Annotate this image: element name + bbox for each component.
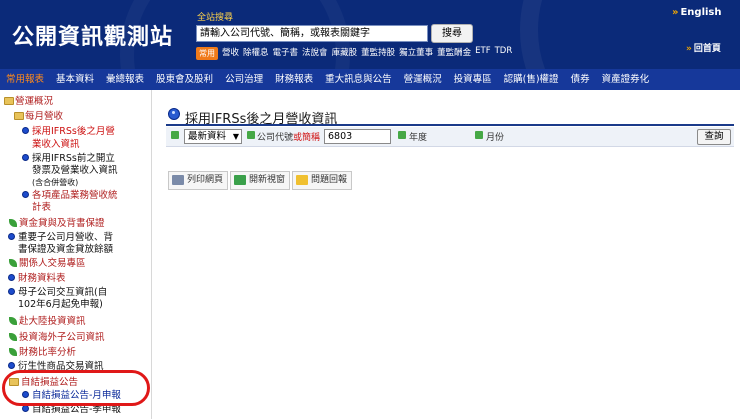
folder-icon [4,97,14,105]
sidebar-item-related-party[interactable]: 關係人交易專區 [19,258,86,269]
double-chevron-icon: » [672,7,679,18]
bullet-icon [8,362,15,369]
sidebar-item-ifrs-before-line2[interactable]: 發票及營業收入資訊 [32,165,118,176]
quick-link[interactable]: 法說會 [302,46,328,58]
sidebar-item-overseas-investment[interactable]: 投資海外子公司資訊 [19,332,105,343]
nav-item-common-reports[interactable]: 常用報表 [0,69,50,90]
bullet-icon [8,233,15,240]
chevron-down-icon: ▼ [232,132,239,141]
sidebar-item-ifrs-before-line3[interactable]: (含合併營收) [32,177,78,188]
nav-item-shareholders[interactable]: 股東會及股利 [150,69,219,90]
title-divider [166,124,734,126]
square-bullet-icon [247,131,255,139]
data-range-select[interactable]: 最新資料 ▼ [184,129,242,144]
month-label: 月份 [486,133,505,143]
nav-item-financial-statements[interactable]: 財務報表 [269,69,319,90]
highlight-ring [2,370,150,406]
sidebar-item-ifrs-after-line2[interactable]: 業收入資訊 [32,139,80,150]
nav-item-major-announcements[interactable]: 重大訊息與公告 [319,69,398,90]
nav-item-securitization[interactable]: 資產證券化 [596,69,656,90]
english-link[interactable]: » English [672,7,722,18]
new-window-label: 開新視窗 [249,175,286,185]
leaf-icon [9,348,17,356]
printer-icon [172,175,184,185]
sidebar-item-monthly-revenue[interactable]: 每月營收 [25,111,63,122]
nav-item-summary-reports[interactable]: 彙總報表 [100,69,150,90]
company-code-label-text: 公司代號 [257,133,294,143]
square-bullet-icon [475,131,483,139]
search-button[interactable]: 搜尋 [431,24,473,43]
nav-item-operations[interactable]: 營運概況 [398,69,448,90]
nav-item-bonds[interactable]: 債券 [565,69,596,90]
square-bullet-icon [171,131,179,139]
sidebar-item-subsidiary-line2[interactable]: 書保證及資金貸放餘額 [18,244,113,255]
quick-link[interactable]: 電子書 [273,46,299,58]
bullet-icon [22,154,29,161]
quick-link[interactable]: 獨立董事 [399,46,433,58]
bullet-icon [8,274,15,281]
square-bullet-icon [398,131,406,139]
search-label: 全站搜尋 [197,13,234,23]
quick-link[interactable]: 營收 [222,46,239,58]
sidebar-item-operations[interactable]: 營運概況 [15,96,53,107]
report-issue-label: 問題回報 [311,175,348,185]
company-code-input[interactable]: 6803 [324,129,391,144]
sidebar-item-parent-subsidiary[interactable]: 母子公司交互資訊(自 [18,287,107,298]
quick-links: 營收 除權息 電子書 法說會 庫藏股 董監持股 獨立董事 董監酬金 ETF TD… [222,46,512,58]
home-link[interactable]: » 回首頁 [686,41,721,54]
sidebar-item-parent-subsidiary-line2[interactable]: 102年6月起免申報) [18,299,103,310]
data-range-value: 最新資料 [188,131,227,142]
query-button[interactable]: 查詢 [697,129,731,145]
sidebar-item-product-revenue-line2[interactable]: 計表 [32,202,51,213]
nav-item-investment[interactable]: 投資專區 [448,69,498,90]
quick-links-badge: 常用 [196,47,218,60]
double-chevron-icon: » [686,44,692,54]
sidebar-item-lending[interactable]: 資金貸與及背書保證 [19,218,105,229]
folder-icon [14,112,24,120]
leaf-icon [9,219,17,227]
company-abbrev-label: 或簡稱 [293,133,321,143]
bullet-icon [22,191,29,198]
bullet-icon [22,405,29,412]
site-header: 公開資訊觀測站 全站搜尋 請輸入公司代號、簡稱，或報表關鍵字 搜尋 常用 營收 … [0,0,740,69]
quick-link[interactable]: 董監酬金 [437,46,471,58]
sidebar-item-product-revenue[interactable]: 各項產品業務營收統 [32,190,118,201]
company-code-label: 公司代號或簡稱 [257,130,320,143]
quick-link[interactable]: ETF [475,46,490,58]
bullet-icon [8,288,15,295]
english-label: English [680,7,722,18]
sidebar-item-subsidiary[interactable]: 重要子公司月營收、背 [18,232,113,243]
sidebar-item-ifrs-before[interactable]: 採用IFRSs前之開立 [32,153,115,164]
sidebar-item-mainland-investment[interactable]: 赴大陸投資資訊 [19,316,86,327]
nav-item-basic-info[interactable]: 基本資料 [50,69,100,90]
sidebar-item-ifrs-after[interactable]: 採用IFRSs後之月營 [32,126,115,137]
leaf-icon [9,317,17,325]
home-label: 回首頁 [693,44,721,54]
new-window-button[interactable]: 開新視窗 [230,171,291,190]
sidebar-item-financial-ratio[interactable]: 財務比率分析 [19,347,76,358]
leaf-icon [9,333,17,341]
print-button[interactable]: 列印網頁 [168,171,229,190]
search-input[interactable]: 請輸入公司代號、簡稱，或報表關鍵字 [196,25,428,42]
quick-link[interactable]: 庫藏股 [332,46,358,58]
year-label: 年度 [409,133,428,143]
quick-link[interactable]: TDR [495,46,513,58]
checkmark-icon [234,175,246,185]
main-nav: 常用報表 基本資料 彙總報表 股東會及股利 公司治理 財務報表 重大訊息與公告 … [0,69,740,90]
report-issue-button[interactable]: 問題回報 [292,171,353,190]
mail-icon [296,175,308,185]
sidebar-item-financial-sheets[interactable]: 財務資料表 [18,273,66,284]
globe-icon [168,108,180,120]
quick-link[interactable]: 除權息 [243,46,269,58]
leaf-icon [9,259,17,267]
print-label: 列印網頁 [187,175,224,185]
quick-link[interactable]: 董監持股 [361,46,395,58]
bullet-icon [22,127,29,134]
nav-item-warrants[interactable]: 認購(售)權證 [498,69,565,90]
site-logo[interactable]: 公開資訊觀測站 [12,19,173,51]
nav-item-governance[interactable]: 公司治理 [219,69,269,90]
